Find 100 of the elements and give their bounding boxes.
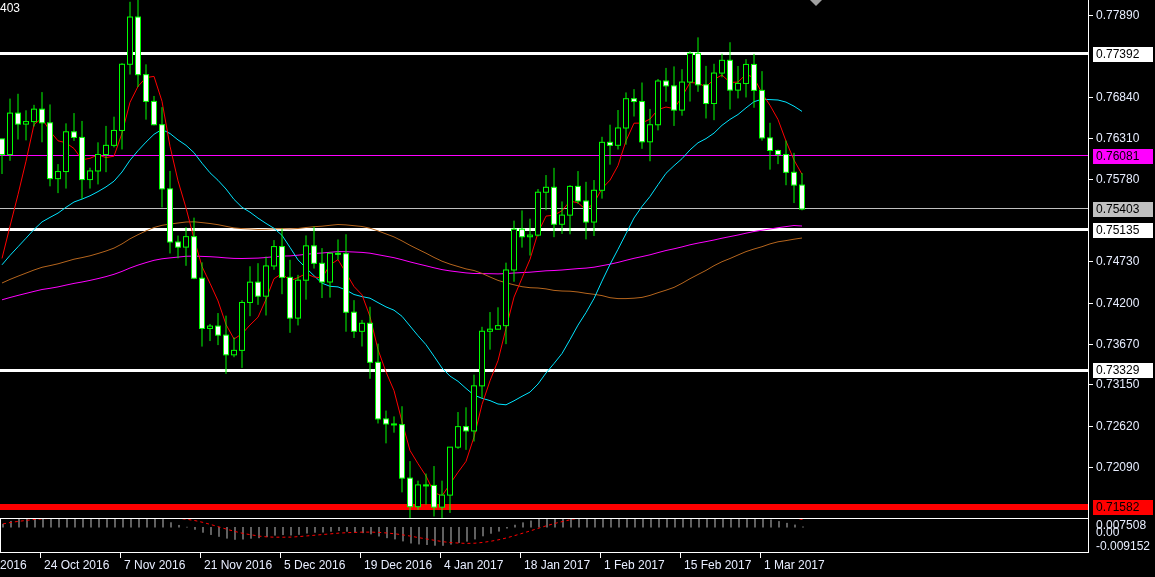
candlestick: [383, 410, 389, 444]
price-label: 0.75780: [1096, 172, 1140, 187]
candlestick: [799, 172, 805, 211]
candlestick: [103, 125, 109, 173]
candlestick: [255, 262, 261, 306]
candlestick: [767, 122, 773, 171]
candlestick: [471, 374, 477, 442]
candlestick: [535, 188, 541, 237]
triangle-marker-icon: [810, 0, 822, 6]
candlestick: [415, 480, 421, 511]
date-label: 15 Feb 2017: [684, 558, 752, 572]
candlestick: [231, 336, 237, 358]
price-label: 0.76310: [1096, 131, 1140, 146]
candlestick: [63, 122, 69, 190]
candlestick: [743, 58, 749, 98]
candlestick: [727, 41, 733, 110]
price-level-label: 0.71582: [1093, 499, 1153, 515]
candlestick: [183, 226, 189, 267]
date-label: 5 Dec 2016: [284, 558, 346, 572]
candlestick: [439, 480, 445, 518]
candlestick: [263, 256, 269, 316]
candlestick: [511, 220, 517, 283]
candlestick: [671, 65, 677, 127]
candlestick: [175, 235, 181, 259]
candlestick: [247, 265, 253, 317]
candlestick: [543, 174, 549, 211]
candlestick: [111, 116, 117, 148]
candlestick: [591, 179, 597, 237]
candlestick: [15, 93, 21, 140]
candlestick: [431, 465, 437, 517]
price-label: 0.74730: [1096, 254, 1140, 269]
candlestick: [311, 226, 317, 270]
candlestick: [623, 91, 629, 146]
candlestick: [239, 299, 245, 369]
price-level-label: 0.76081: [1093, 148, 1153, 164]
price-label: 0.72090: [1096, 460, 1140, 474]
candlestick: [703, 65, 709, 119]
candlestick: [775, 149, 781, 165]
price-label: 0.77890: [1096, 8, 1140, 22]
candlestick: [447, 446, 453, 514]
candlestick: [31, 104, 37, 127]
candlestick: [719, 53, 725, 78]
indicator-label: -0.009152: [1096, 540, 1151, 552]
candlestick: [351, 299, 357, 339]
candlestick: [783, 140, 789, 186]
candlestick: [359, 319, 365, 347]
candlestick: [463, 406, 469, 451]
price-label: 0.72620: [1096, 418, 1140, 433]
candlestick: [711, 63, 717, 121]
date-label: 2016: [0, 558, 27, 572]
price-level-label: 0.75135: [1093, 222, 1153, 238]
candlestick: [759, 70, 765, 142]
candlestick: [271, 239, 277, 271]
candlestick: [695, 36, 701, 93]
candlestick: [575, 170, 581, 205]
candlestick: [423, 473, 429, 506]
candlestick: [215, 312, 221, 346]
price-level-label: 0.75403: [1093, 201, 1153, 217]
price-label: 0.73150: [1096, 377, 1140, 392]
date-label: 1 Feb 2017: [604, 558, 665, 572]
candlestick: [191, 217, 197, 280]
candlestick: [223, 315, 229, 375]
date-label: 4 Jan 2017: [444, 558, 504, 572]
candlestick: [327, 251, 333, 299]
date-label: 19 Dec 2016: [364, 558, 433, 572]
price-level-label: 0.73329: [1093, 363, 1153, 379]
candlestick: [143, 63, 149, 121]
candlestick: [55, 163, 61, 194]
date-label: 24 Oct 2016: [44, 558, 110, 572]
candlestick: [7, 98, 13, 162]
candlestick: [95, 141, 101, 185]
candlestick: [335, 238, 341, 261]
candlestick: [567, 184, 573, 235]
date-label: 1 Mar 2017: [764, 558, 825, 572]
candlestick: [631, 88, 637, 117]
candlestick: [599, 136, 605, 200]
candlestick: [495, 306, 501, 330]
candlestick: [583, 181, 589, 240]
candlestick: [551, 167, 557, 238]
candlestick: [151, 95, 157, 126]
price-label: 0.74200: [1096, 295, 1140, 310]
candlestick: [207, 323, 213, 342]
candlestick: [655, 78, 661, 131]
candlestick: [687, 50, 693, 103]
candlestick: [559, 200, 565, 235]
indicator-label: 0.00: [1096, 526, 1120, 538]
candlestick: [319, 247, 325, 299]
candlestick: [391, 415, 397, 434]
candlestick: [663, 67, 669, 103]
candlestick: [519, 209, 525, 249]
candlestick: [455, 411, 461, 450]
price-level-label: 0.77392: [1093, 46, 1153, 62]
candlestick: [615, 109, 621, 150]
candlestick: [23, 109, 29, 141]
price-label: 0.76840: [1096, 89, 1140, 104]
date-label: 21 Nov 2016: [204, 558, 273, 572]
date-label: 7 Nov 2016: [124, 558, 186, 572]
date-label: 18 Jan 2017: [524, 558, 591, 572]
candlestick: [39, 91, 45, 143]
candlestick: [295, 274, 301, 326]
